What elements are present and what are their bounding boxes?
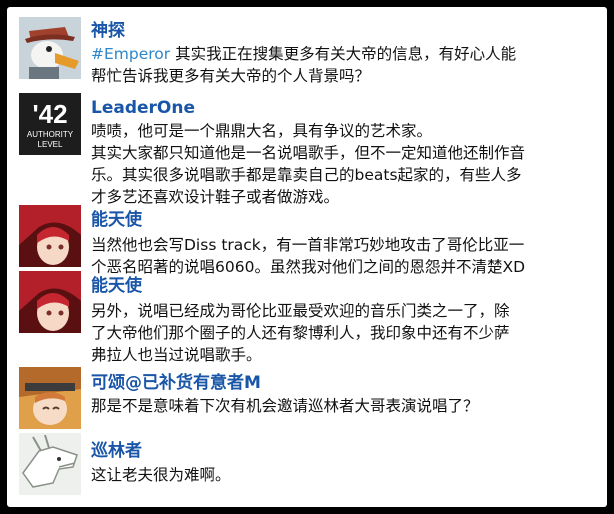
- message-line: 乐。其实很多说唱歌手都是靠卖自己的beats起家的，有些人多: [91, 166, 522, 184]
- message-line: 这让老夫很为难啊。: [91, 466, 231, 484]
- mention-tag[interactable]: #Emperor: [91, 45, 170, 63]
- message-line: 帮忙告诉我更多有关大帝的个人背景吗？: [91, 67, 371, 85]
- sender-name[interactable]: 神探: [91, 20, 125, 42]
- chat-message: 能天使 另外，说唱已经成为哥伦比亚最受欢迎的音乐门类之一了，除 了大帝他们那个圈…: [7, 271, 607, 365]
- sender-name[interactable]: 巡林者: [91, 440, 142, 462]
- sender-name[interactable]: 可颂@已补货有意者M: [91, 372, 261, 394]
- message-line: 了大帝他们那个圈子的人还有黎博利人，我印象中还有不少萨: [91, 324, 510, 342]
- exusiai-avatar-icon[interactable]: [19, 271, 81, 333]
- chat-message: '42 AUTHORITY LEVEL LeaderOne 啧啧，他可是一个鼎鼎…: [7, 93, 607, 208]
- badge-line2: LEVEL: [38, 140, 63, 149]
- message-line: 啧啧，他可是一个鼎鼎大名，具有争议的艺术家。: [91, 122, 433, 140]
- exusiai-avatar-icon[interactable]: [19, 205, 81, 267]
- sender-name[interactable]: 能天使: [91, 209, 142, 231]
- message-text: 啧啧，他可是一个鼎鼎大名，具有争议的艺术家。 其实大家都只知道他是一名说唱歌手，…: [91, 120, 599, 208]
- badge-line1: AUTHORITY: [27, 130, 74, 139]
- message-line: 当然他也会写Diss track，有一首非常巧妙地攻击了哥伦比亚一: [91, 236, 525, 254]
- message-line: 其实大家都只知道他是一名说唱歌手，但不一定知道他还制作音: [91, 144, 526, 162]
- message-line: 弗拉人也当过说唱歌手。: [91, 346, 262, 364]
- message-text: #Emperor 其实我正在搜集更多有关大帝的信息，有好心人能 帮忙告诉我更多有…: [91, 43, 599, 87]
- chat-panel: 神探 #Emperor 其实我正在搜集更多有关大帝的信息，有好心人能 帮忙告诉我…: [7, 7, 607, 507]
- kejuan-avatar-icon[interactable]: [19, 367, 81, 429]
- message-line: #Emperor 其实我正在搜集更多有关大帝的信息，有好心人能: [91, 45, 517, 63]
- chat-message: 可颂@已补货有意者M 那是不是意味着下次有机会邀请巡林者大哥表演说唱了？: [7, 365, 607, 433]
- authority-level-42-badge-icon[interactable]: '42 AUTHORITY LEVEL: [19, 93, 81, 155]
- goose-detective-avatar-icon[interactable]: [19, 17, 81, 79]
- message-line: 另外，说唱已经成为哥伦比亚最受欢迎的音乐门类之一了，除: [91, 302, 510, 320]
- message-text: 那是不是意味着下次有机会邀请巡林者大哥表演说唱了？: [91, 395, 599, 417]
- badge-number: '42: [32, 99, 67, 129]
- ranger-white-dragon-avatar-icon[interactable]: [19, 433, 81, 495]
- chat-message: 神探 #Emperor 其实我正在搜集更多有关大帝的信息，有好心人能 帮忙告诉我…: [7, 7, 607, 95]
- chat-message: 能天使 当然他也会写Diss track，有一首非常巧妙地攻击了哥伦比亚一 个恶…: [7, 205, 607, 276]
- chat-message: 巡林者 这让老夫很为难啊。: [7, 433, 607, 507]
- sender-name[interactable]: LeaderOne: [91, 97, 195, 119]
- message-line: 那是不是意味着下次有机会邀请巡林者大哥表演说唱了？: [91, 397, 479, 415]
- message-text: 另外，说唱已经成为哥伦比亚最受欢迎的音乐门类之一了，除 了大帝他们那个圈子的人还…: [91, 300, 599, 366]
- sender-name[interactable]: 能天使: [91, 275, 142, 297]
- message-text: 这让老夫很为难啊。: [91, 464, 599, 486]
